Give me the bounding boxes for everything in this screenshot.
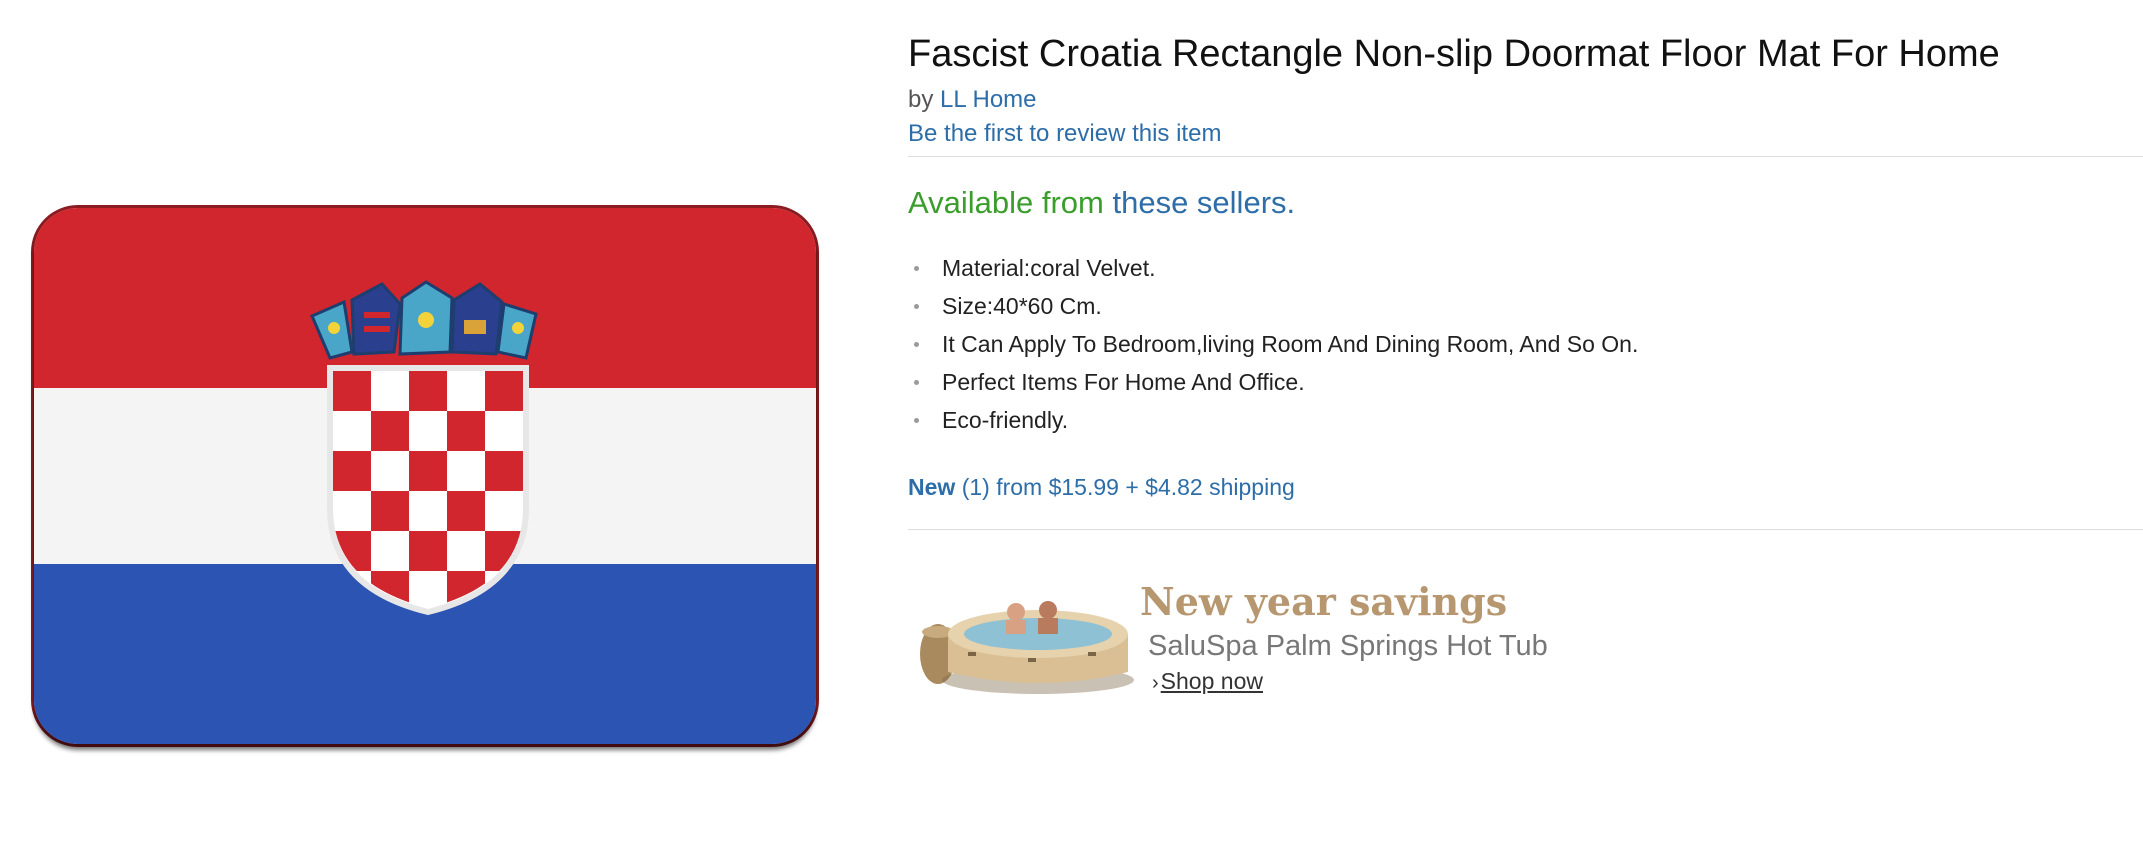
hot-tub-image[interactable] <box>908 572 1138 702</box>
new-offers-link[interactable]: New <box>908 474 955 500</box>
sponsored-ad[interactable]: New year savings SaluSpa Palm Springs Ho… <box>908 562 2143 702</box>
availability-prefix: Available from <box>908 185 1104 220</box>
feature-bullet: Size:40*60 Cm. <box>908 287 2143 325</box>
feature-bullet: It Can Apply To Bedroom,living Room And … <box>908 325 2143 363</box>
croatian-flag-doormat-image <box>34 208 816 744</box>
hot-tub-illustration <box>920 601 1134 694</box>
offer-line: New (1) from $15.99 + $4.82 shipping <box>908 469 2143 505</box>
brand-link[interactable]: LL Home <box>940 86 1037 113</box>
offer-shipping: $4.82 shipping <box>1145 474 1295 500</box>
product-image[interactable] <box>34 208 816 744</box>
offer-price: $15.99 <box>1048 474 1119 500</box>
byline: by LL Home <box>908 84 2143 116</box>
product-details: Fascist Croatia Rectangle Non-slip Doorm… <box>908 28 2143 702</box>
offer-plus: + <box>1125 474 1139 500</box>
feature-bullet: Eco-friendly. <box>908 401 2143 439</box>
availability: Available from these sellers. <box>908 183 2143 223</box>
sellers-link[interactable]: these sellers. <box>1112 185 1295 220</box>
offer-count-link[interactable]: (1) from <box>962 474 1043 500</box>
divider <box>908 529 2143 530</box>
chevron-right-icon: › <box>1152 672 1159 694</box>
product-title: Fascist Croatia Rectangle Non-slip Doorm… <box>908 33 2000 75</box>
feature-bullet: Perfect Items For Home And Office. <box>908 363 2143 401</box>
write-review-link[interactable]: Be the first to review this item <box>908 120 1221 147</box>
ad-headline: New year savings <box>1140 579 1508 624</box>
shop-now-label: Shop now <box>1160 668 1263 694</box>
ad-subtitle: SaluSpa Palm Springs Hot Tub <box>1148 630 1548 662</box>
checkerboard-shield <box>327 365 529 616</box>
by-prefix: by <box>908 86 934 113</box>
feature-bullet: Material:coral Velvet. <box>908 249 2143 287</box>
feature-bullets: Material:coral Velvet. Size:40*60 Cm. It… <box>908 249 2143 439</box>
divider <box>908 156 2143 157</box>
shop-now-link[interactable]: ›Shop now <box>1152 666 1263 698</box>
